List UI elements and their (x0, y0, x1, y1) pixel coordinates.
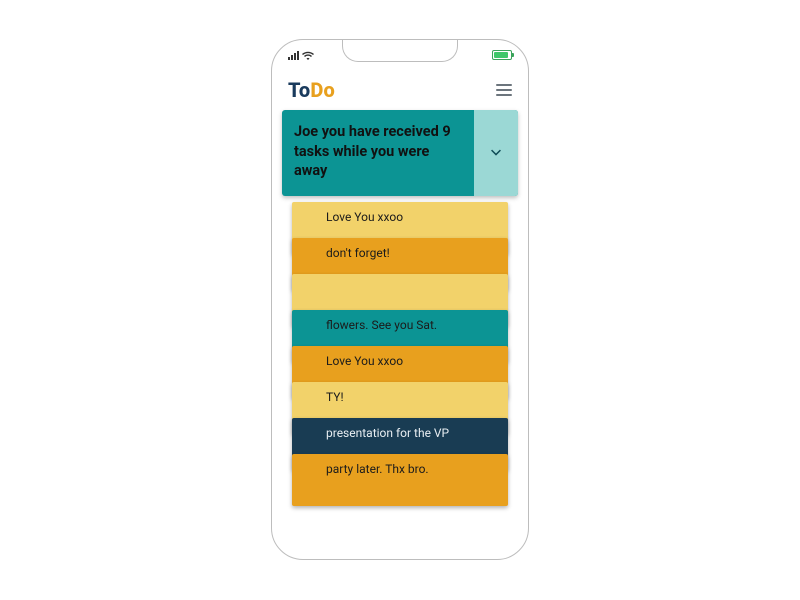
task-text: party later. Thx bro. (326, 462, 498, 478)
cellular-signal-icon (288, 51, 299, 60)
task-stack: Love You xxoo don't forget! flowers. See y… (282, 202, 518, 532)
phone-frame: ToDo Joe you have received 9 tasks while… (271, 39, 529, 560)
phone-notch (342, 40, 458, 62)
status-bar-left (288, 51, 314, 60)
task-text: Love You xxoo (326, 210, 498, 226)
task-text: TY! (326, 390, 498, 406)
battery-icon (492, 50, 512, 60)
app-top-bar: ToDo (272, 68, 528, 110)
banner-expand-button[interactable] (474, 110, 518, 196)
task-card[interactable]: party later. Thx bro. (292, 454, 508, 506)
task-text: don't forget! (326, 246, 498, 262)
notification-banner: Joe you have received 9 tasks while you … (282, 110, 518, 196)
task-text: presentation for the VP (326, 426, 498, 442)
notification-message: Joe you have received 9 tasks while you … (282, 110, 474, 196)
task-text: Love You xxoo (326, 354, 498, 370)
hamburger-menu-icon[interactable] (496, 84, 512, 96)
status-bar-right (492, 50, 512, 60)
logo-part-2: Do (310, 78, 335, 102)
chevron-down-icon (489, 146, 503, 160)
app-screen: ToDo Joe you have received 9 tasks while… (272, 68, 528, 559)
logo-part-1: To (288, 78, 310, 102)
wifi-icon (302, 51, 314, 60)
task-text: flowers. See you Sat. (326, 318, 498, 334)
app-logo: ToDo (288, 78, 335, 102)
